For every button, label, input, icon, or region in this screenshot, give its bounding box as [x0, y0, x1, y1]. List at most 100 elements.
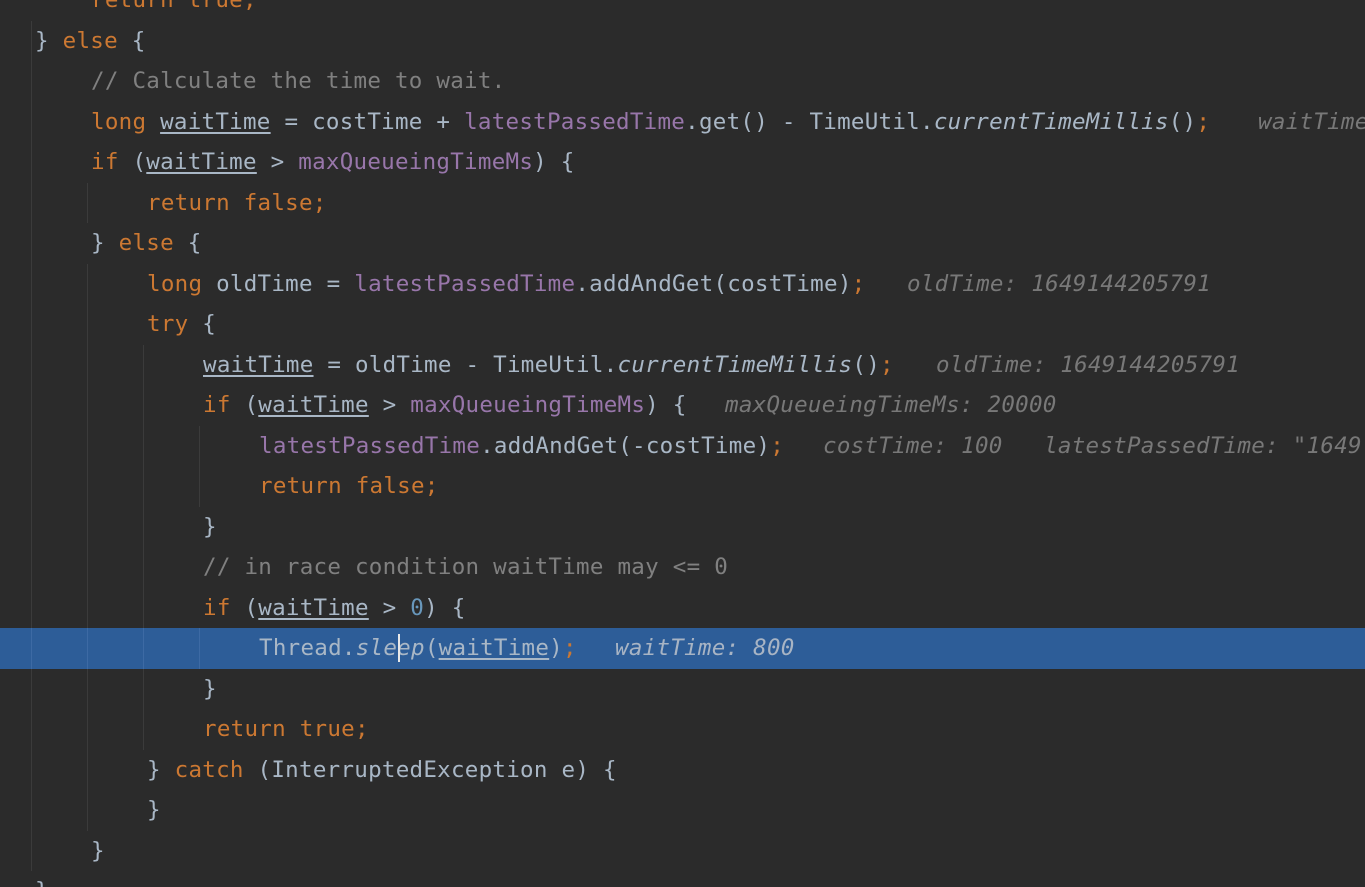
code-line[interactable]: } else { [0, 21, 1365, 62]
code-line[interactable]: long waitTime = costTime + latestPassedT… [0, 102, 1365, 143]
code-token: waitTime [438, 635, 550, 661]
code-token: try [147, 311, 189, 337]
code-token: return true; [203, 716, 369, 742]
code-token: catch [174, 756, 244, 783]
code-token: } [147, 756, 175, 783]
code-token: (InterruptedException e) { [243, 756, 617, 783]
code-text: return true; [91, 0, 257, 15]
code-text: long oldTime = latestPassedTime.addAndGe… [147, 269, 865, 299]
code-line[interactable]: } [0, 831, 1365, 872]
code-token: .addAndGet(costTime) [575, 270, 852, 297]
code-token: ( [230, 392, 259, 418]
code-token: return false; [147, 189, 327, 216]
code-text: } [203, 512, 217, 542]
code-line[interactable]: try { [0, 304, 1365, 345]
code-line[interactable]: // Calculate the time to wait. [0, 61, 1365, 102]
code-token: currentTimeMillis [617, 351, 853, 378]
indent-guide [87, 628, 88, 669]
code-token: } [203, 513, 217, 540]
code-token: { [188, 311, 217, 337]
code-line[interactable]: waitTime = oldTime - TimeUtil.currentTim… [0, 345, 1365, 386]
code-token: sleep [355, 635, 425, 661]
code-token: maxQueueingTimeMs [298, 149, 534, 175]
code-line[interactable]: if (waitTime > maxQueueingTimeMs) { [0, 142, 1365, 183]
code-line[interactable]: return false; [0, 183, 1365, 224]
code-token: ( [230, 594, 259, 621]
code-line[interactable]: } [0, 669, 1365, 710]
code-token: ; [770, 432, 785, 459]
debugger-inline-value: costTime: 100 latestPassedTime: "1649 [823, 432, 1362, 459]
code-token: ( [118, 149, 147, 175]
code-token: waitTime [258, 594, 369, 621]
code-token: } [35, 27, 63, 54]
code-line[interactable]: return true; [0, 0, 1365, 21]
code-token: waitTime [203, 351, 314, 378]
code-token: } [203, 675, 217, 702]
code-token: maxQueueingTimeMs [410, 392, 646, 418]
code-token: > [256, 149, 299, 175]
code-token: } [91, 837, 105, 864]
debugger-inline-value: maxQueueingTimeMs: 20000 [725, 392, 1057, 418]
code-token: .get() - TimeUtil. [685, 108, 934, 135]
code-token: ) { [645, 392, 687, 418]
code-token: } [147, 797, 161, 823]
indent-guide [199, 628, 200, 669]
code-token: ; [563, 635, 577, 661]
code-line[interactable]: long oldTime = latestPassedTime.addAndGe… [0, 264, 1365, 305]
indent-guide [143, 628, 144, 669]
code-token: long [91, 108, 147, 135]
code-token: waitTime [160, 108, 271, 135]
code-text: } catch (InterruptedException e) { [147, 755, 617, 785]
code-text: } else { [91, 228, 202, 258]
code-line[interactable]: } [0, 871, 1365, 887]
code-token: = costTime + [270, 108, 465, 135]
code-line[interactable]: latestPassedTime.addAndGet(-costTime); co… [0, 426, 1365, 467]
code-line[interactable]: // in race condition waitTime may <= 0 [0, 547, 1365, 588]
code-token: // Calculate the time to wait. [91, 68, 506, 94]
code-text: long waitTime = costTime + latestPassedT… [91, 107, 1210, 137]
code-token: { [173, 230, 202, 256]
code-line[interactable]: } [0, 790, 1365, 831]
code-text: return true; [203, 714, 369, 744]
code-line[interactable]: } else { [0, 223, 1365, 264]
code-token: ; [880, 351, 894, 378]
code-text: return false; [259, 471, 439, 501]
code-token: else [62, 27, 118, 54]
code-token: ( [424, 635, 439, 661]
code-text: } [91, 836, 105, 866]
code-line[interactable]: if (waitTime > 0) { [0, 588, 1365, 629]
code-token: ) { [424, 594, 466, 621]
code-token: { [117, 27, 146, 54]
code-token: if [203, 392, 231, 418]
code-token: currentTimeMillis [933, 108, 1169, 135]
code-token: latestPassedTime [259, 432, 481, 459]
code-text: } [35, 876, 49, 887]
code-line[interactable]: return true; [0, 709, 1365, 750]
code-token: if [91, 149, 119, 175]
code-token: > [368, 594, 411, 621]
code-token: > [368, 392, 411, 418]
code-line[interactable]: } [0, 507, 1365, 548]
code-line[interactable]: if (waitTime > maxQueueingTimeMs) {maxQu… [0, 385, 1365, 426]
code-token: else [118, 230, 174, 256]
current-execution-line[interactable]: Thread.sleep(waitTime); waitTime: 800 [0, 628, 1365, 669]
code-token: .addAndGet(-costTime) [480, 432, 771, 459]
code-token: ; [1196, 108, 1211, 135]
code-line[interactable]: return false; [0, 466, 1365, 507]
text-caret [398, 634, 400, 662]
code-text: if (waitTime > maxQueueingTimeMs) { [203, 390, 687, 420]
debugger-inline-value: oldTime: 1649144205791 [907, 270, 1211, 297]
debugger-inline-value: waitTime: 800 [615, 635, 795, 661]
code-token: return false; [259, 473, 439, 499]
code-token: = oldTime - TimeUtil. [313, 351, 618, 378]
code-editor[interactable]: return true;} else {// Calculate the tim… [0, 0, 1365, 887]
code-line[interactable]: } catch (InterruptedException e) { [0, 750, 1365, 791]
code-token: return true; [91, 0, 257, 13]
code-token: waitTime [146, 149, 257, 175]
code-text: return false; [147, 188, 327, 218]
code-token: ) { [533, 149, 575, 175]
code-token: ) [549, 635, 563, 661]
code-text: Thread.sleep(waitTime); [259, 633, 577, 663]
code-token: if [203, 594, 231, 621]
